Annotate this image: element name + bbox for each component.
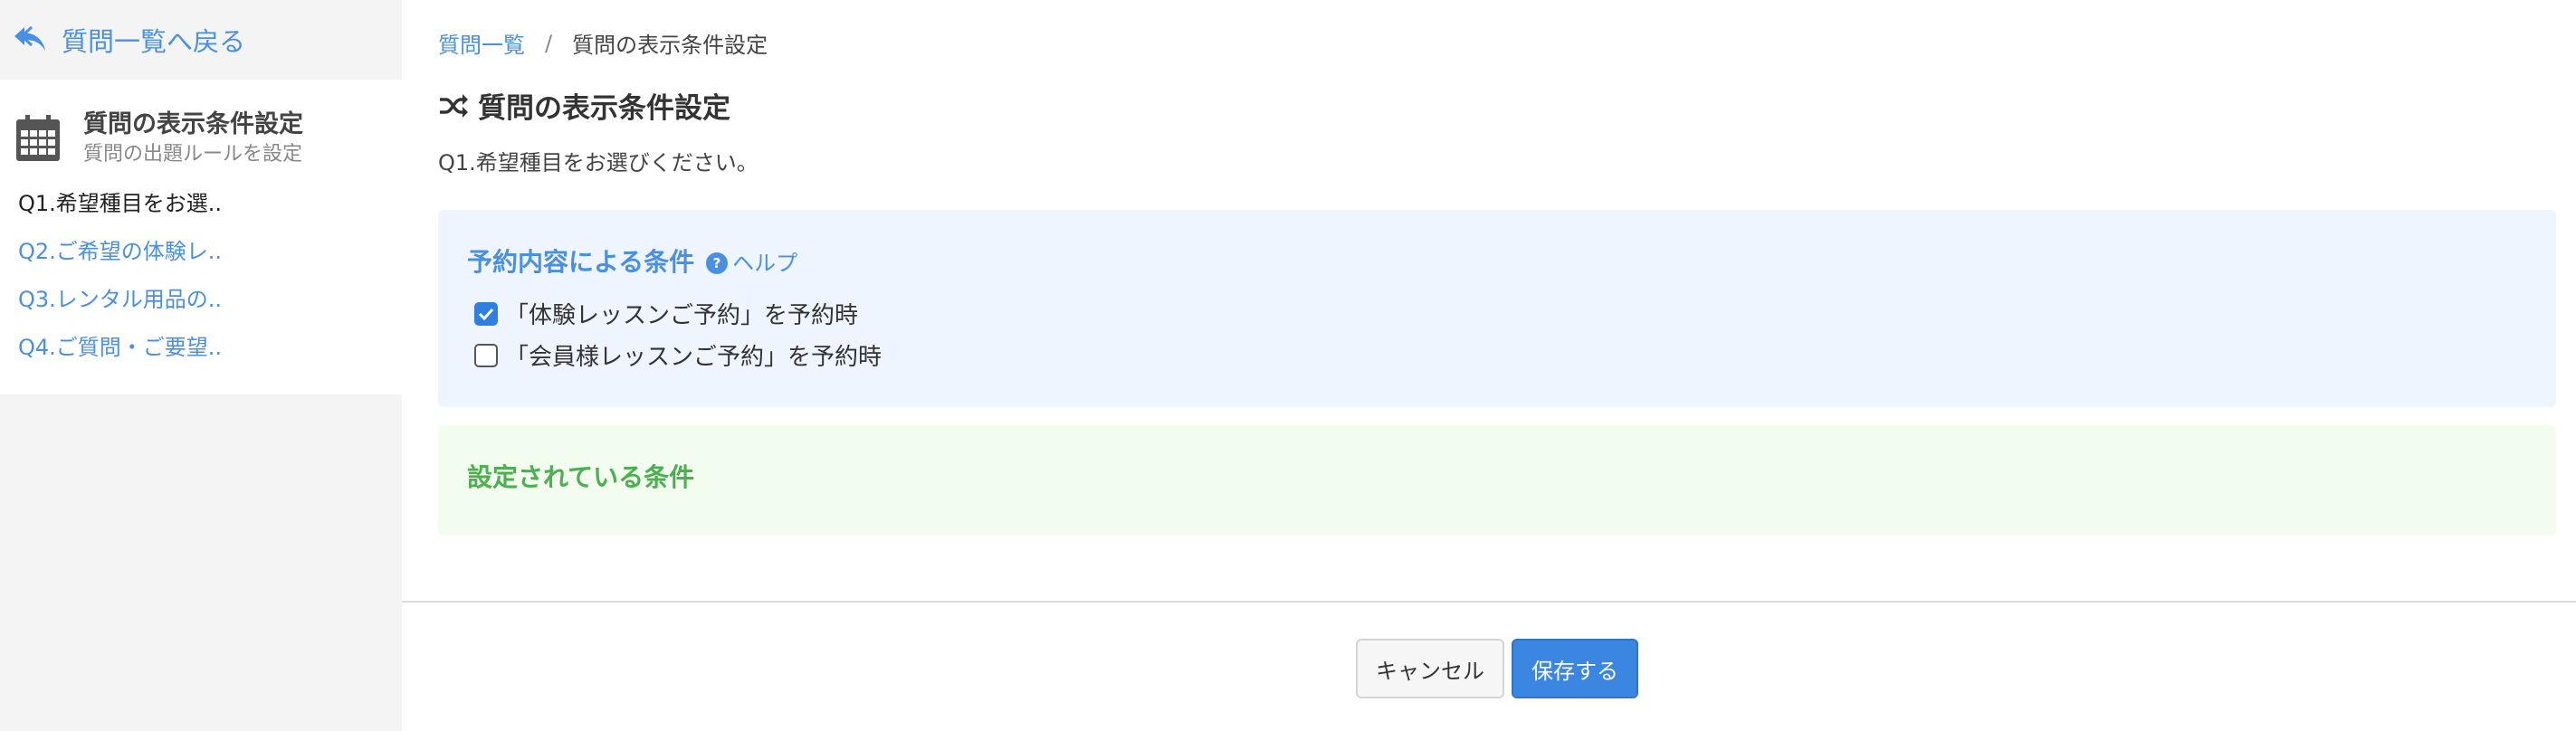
question-list: Q1.希望種目をお選.. Q2.ご希望の体験レ.. Q3.レンタル用品の.. Q…: [18, 181, 222, 373]
sidebar: 質問一覧へ戻る 質問の表示条件設定 質問の出題ルールを設定 Q1.希望種目をお選…: [0, 0, 402, 731]
panel-header: 質問の表示条件設定 質問の出題ルールを設定: [14, 109, 303, 168]
question-item-q4[interactable]: Q4.ご質問・ご要望..: [18, 325, 222, 373]
question-item-q3[interactable]: Q3.レンタル用品の..: [18, 277, 222, 325]
condition-option-member-lesson[interactable]: 「会員様レッスンご予約」を予約時: [474, 338, 882, 372]
main-content: 質問一覧 / 質問の表示条件設定 質問の表示条件設定 Q1.希望種目をお選びくだ…: [402, 0, 2576, 731]
help-icon[interactable]: ?: [705, 252, 729, 275]
breadcrumb: 質問一覧 / 質問の表示条件設定: [438, 27, 768, 59]
panel-subtitle: 質問の出題ルールを設定: [83, 143, 303, 166]
question-nav-panel: 質問の表示条件設定 質問の出題ルールを設定 Q1.希望種目をお選.. Q2.ご希…: [0, 80, 402, 394]
checkbox-trial-lesson[interactable]: [474, 301, 498, 326]
reply-arrow-icon: [14, 25, 45, 51]
panel-title: 質問の表示条件設定: [83, 110, 303, 138]
checkbox-member-lesson[interactable]: [474, 343, 498, 367]
back-link-label: 質問一覧へ戻る: [62, 26, 246, 57]
conditions-header: 予約内容による条件 ? ヘルプ: [467, 242, 797, 279]
question-item-q1[interactable]: Q1.希望種目をお選..: [18, 181, 222, 229]
breadcrumb-current: 質問の表示条件設定: [572, 33, 768, 58]
question-text: Q1.希望種目をお選びください。: [438, 150, 758, 176]
reservation-conditions-section: 予約内容による条件 ? ヘルプ 「体験レッスンご予約」を予約時 「会員様レッスン…: [438, 210, 2556, 407]
breadcrumb-separator: /: [545, 30, 553, 56]
set-conditions-title: 設定されている条件: [467, 462, 695, 492]
conditions-title: 予約内容による条件: [467, 247, 695, 277]
breadcrumb-question-list-link[interactable]: 質問一覧: [438, 27, 525, 59]
footer-divider: [402, 601, 2576, 603]
condition-label-member-lesson: 「会員様レッスンご予約」を予約時: [505, 344, 883, 371]
shuffle-icon: [440, 93, 468, 118]
condition-option-trial-lesson[interactable]: 「体験レッスンご予約」を予約時: [474, 297, 858, 330]
checkmark-icon: [478, 308, 494, 320]
cancel-button[interactable]: キャンセル: [1356, 639, 1504, 698]
help-link[interactable]: ヘルプ: [732, 245, 797, 277]
page-title: 質問の表示条件設定: [438, 85, 730, 126]
page-heading: 質問の表示条件設定: [478, 92, 730, 125]
save-button[interactable]: 保存する: [1512, 639, 1638, 698]
svg-text:?: ?: [713, 255, 721, 271]
question-item-q2[interactable]: Q2.ご希望の体験レ..: [18, 229, 222, 277]
set-conditions-section: 設定されている条件: [438, 425, 2556, 536]
condition-label-trial-lesson: 「体験レッスンご予約」を予約時: [505, 302, 859, 329]
back-to-question-list-link[interactable]: 質問一覧へ戻る: [0, 0, 402, 80]
calendar-icon: [16, 115, 60, 161]
